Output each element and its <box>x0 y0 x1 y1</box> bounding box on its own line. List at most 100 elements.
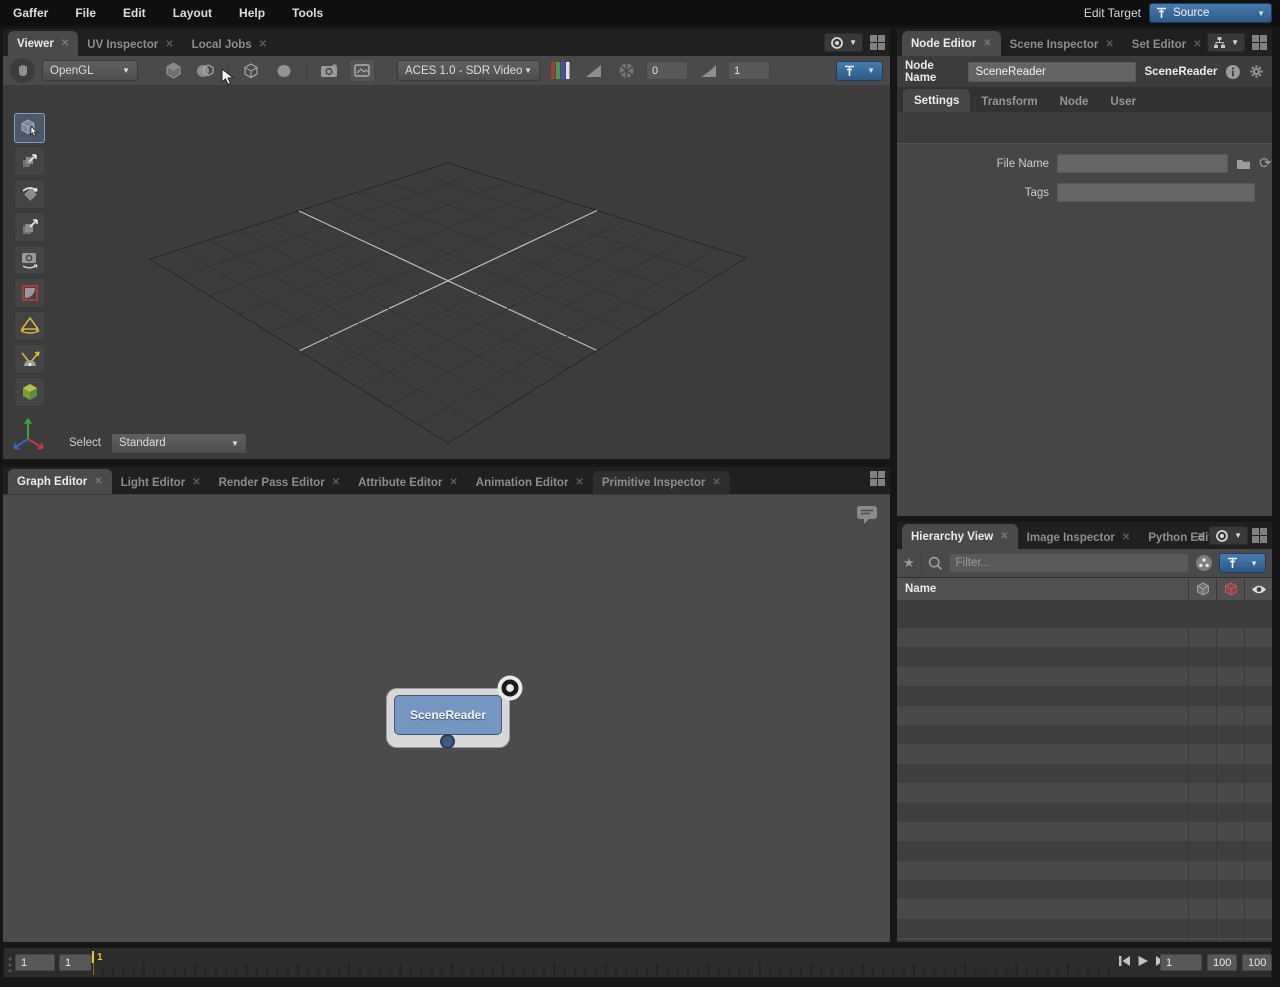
select-tool-button[interactable] <box>14 113 45 143</box>
hierarchy-table-body[interactable] <box>897 628 1272 940</box>
display-transform-dropdown[interactable]: ACES 1.0 - SDR Video ▼ <box>397 60 540 81</box>
tab-attribute-editor[interactable]: Attribute Editor ✕ <box>349 471 467 494</box>
tags-input[interactable] <box>1057 183 1255 202</box>
layout-grid-icon[interactable] <box>870 471 885 486</box>
folder-icon[interactable] <box>1236 158 1251 170</box>
viewport-3d[interactable]: Select Standard ▼ <box>3 85 890 459</box>
tab-graph-editor[interactable]: Graph Editor ✕ <box>8 469 112 494</box>
hierarchy-row[interactable] <box>897 822 1272 841</box>
close-icon[interactable]: ✕ <box>192 477 200 488</box>
exposure-toggle-button[interactable] <box>580 59 606 82</box>
menu-gaffer[interactable]: Gaffer <box>13 6 48 20</box>
exposure-input[interactable] <box>646 61 688 80</box>
layout-grid-icon[interactable] <box>1252 35 1267 50</box>
layout-grid-icon[interactable] <box>1252 528 1267 543</box>
subtab-user[interactable]: User <box>1099 91 1147 112</box>
translate-tool-button[interactable] <box>14 146 45 176</box>
hierarchy-row[interactable] <box>897 938 1272 940</box>
node-editor-target-menu-button[interactable]: ▼ <box>1207 33 1245 52</box>
hierarchy-row[interactable] <box>897 841 1272 860</box>
close-icon[interactable]: ✕ <box>94 476 102 487</box>
hierarchy-row[interactable] <box>897 803 1272 822</box>
close-icon[interactable]: ✕ <box>332 477 340 488</box>
timeline-range-end-field[interactable] <box>1207 954 1237 971</box>
tab-local-jobs[interactable]: Local Jobs ✕ <box>183 33 276 56</box>
rotate-tool-button[interactable] <box>14 179 45 209</box>
renderer-dropdown[interactable]: OpenGL ▼ <box>42 60 138 81</box>
hierarchy-target-menu-button[interactable]: ▼ <box>1209 526 1248 545</box>
scale-tool-button[interactable] <box>14 212 45 242</box>
close-icon[interactable]: ✕ <box>983 38 991 49</box>
close-icon[interactable]: ✕ <box>575 477 583 488</box>
skip-to-start-button[interactable] <box>1118 955 1131 967</box>
reload-icon[interactable]: ⟳ <box>1259 158 1272 170</box>
aperture-button[interactable] <box>613 59 639 82</box>
close-icon[interactable]: ✕ <box>1105 39 1113 50</box>
expansion-column-header[interactable] <box>1188 578 1216 600</box>
camera-tool-button[interactable] <box>14 245 45 275</box>
focus-ring-icon[interactable] <box>494 672 526 704</box>
edit-target-dropdown[interactable]: Source ▼ <box>1149 3 1272 23</box>
hierarchy-row[interactable] <box>897 725 1272 744</box>
gamma-toggle-button[interactable] <box>695 59 721 82</box>
scene-reader-node[interactable]: SceneReader <box>386 688 510 748</box>
tab-list-icon[interactable]: ≡ <box>1197 528 1205 544</box>
menu-layout[interactable]: Layout <box>173 6 212 20</box>
annotation-icon[interactable] <box>856 505 878 525</box>
tab-light-editor[interactable]: Light Editor ✕ <box>112 471 210 494</box>
expand-selection-button[interactable] <box>238 59 264 82</box>
hierarchy-row[interactable] <box>897 667 1272 686</box>
light-position-tool-button[interactable] <box>14 344 45 374</box>
node-name-input[interactable] <box>968 62 1136 82</box>
info-icon[interactable] <box>1225 63 1241 81</box>
gamma-input[interactable] <box>728 61 770 80</box>
hierarchy-row[interactable] <box>897 764 1272 783</box>
close-icon[interactable]: ✕ <box>1193 39 1201 50</box>
scene-view-tool-button[interactable] <box>14 377 45 407</box>
select-mode-dropdown[interactable]: Standard ▼ <box>111 433 247 454</box>
close-icon[interactable]: ✕ <box>449 477 457 488</box>
pan-tool-button[interactable] <box>10 58 35 83</box>
close-icon[interactable]: ✕ <box>61 38 69 49</box>
layout-grid-icon[interactable] <box>870 35 885 50</box>
collapse-selection-button[interactable] <box>271 59 297 82</box>
render-view-button[interactable] <box>349 59 375 82</box>
frame-ruler[interactable] <box>4 948 1114 977</box>
gear-icon[interactable] <box>1249 63 1264 80</box>
close-icon[interactable]: ✕ <box>1000 531 1008 542</box>
menu-tools[interactable]: Tools <box>292 6 323 20</box>
name-column-header[interactable]: Name <box>897 583 1188 595</box>
menu-edit[interactable]: Edit <box>123 6 146 20</box>
camera-settings-button[interactable] <box>316 59 342 82</box>
tab-hierarchy-view[interactable]: Hierarchy View ✕ <box>902 524 1018 549</box>
tab-image-inspector[interactable]: Image Inspector ✕ <box>1018 526 1140 549</box>
tab-primitive-inspector[interactable]: Primitive Inspector ✕ <box>593 471 730 494</box>
close-icon[interactable]: ✕ <box>165 39 173 50</box>
tab-scene-inspector[interactable]: Scene Inspector ✕ <box>1001 33 1123 56</box>
play-button[interactable] <box>1137 955 1149 967</box>
tab-uv-inspector[interactable]: UV Inspector ✕ <box>78 33 182 56</box>
tab-set-editor[interactable]: Set Editor ✕ <box>1123 33 1211 56</box>
hierarchy-row[interactable] <box>897 899 1272 918</box>
file-name-input[interactable] <box>1057 154 1228 173</box>
timeline-frame-field[interactable] <box>1160 954 1202 971</box>
bookmark-star-icon[interactable]: ★ <box>903 555 915 571</box>
subtab-transform[interactable]: Transform <box>970 91 1048 112</box>
filter-input[interactable] <box>949 553 1189 573</box>
tab-viewer[interactable]: Viewer ✕ <box>8 31 78 56</box>
menu-help[interactable]: Help <box>239 6 265 20</box>
tab-animation-editor[interactable]: Animation Editor ✕ <box>467 471 593 494</box>
viewer-target-menu-button[interactable]: ▼ <box>824 33 863 52</box>
subtab-node[interactable]: Node <box>1049 91 1100 112</box>
hierarchy-row[interactable] <box>897 706 1272 725</box>
hierarchy-row[interactable] <box>897 744 1272 763</box>
close-icon[interactable]: ✕ <box>259 39 267 50</box>
filter-options-icon[interactable] <box>1195 554 1213 572</box>
close-icon[interactable]: ✕ <box>712 477 720 488</box>
close-icon[interactable]: ✕ <box>1122 532 1130 543</box>
hierarchy-row[interactable] <box>897 647 1272 666</box>
tab-node-editor[interactable]: Node Editor ✕ <box>902 31 1001 56</box>
hierarchy-row[interactable] <box>897 686 1272 705</box>
render-visibility-column-header[interactable] <box>1216 578 1244 600</box>
subtab-settings[interactable]: Settings <box>903 89 970 112</box>
